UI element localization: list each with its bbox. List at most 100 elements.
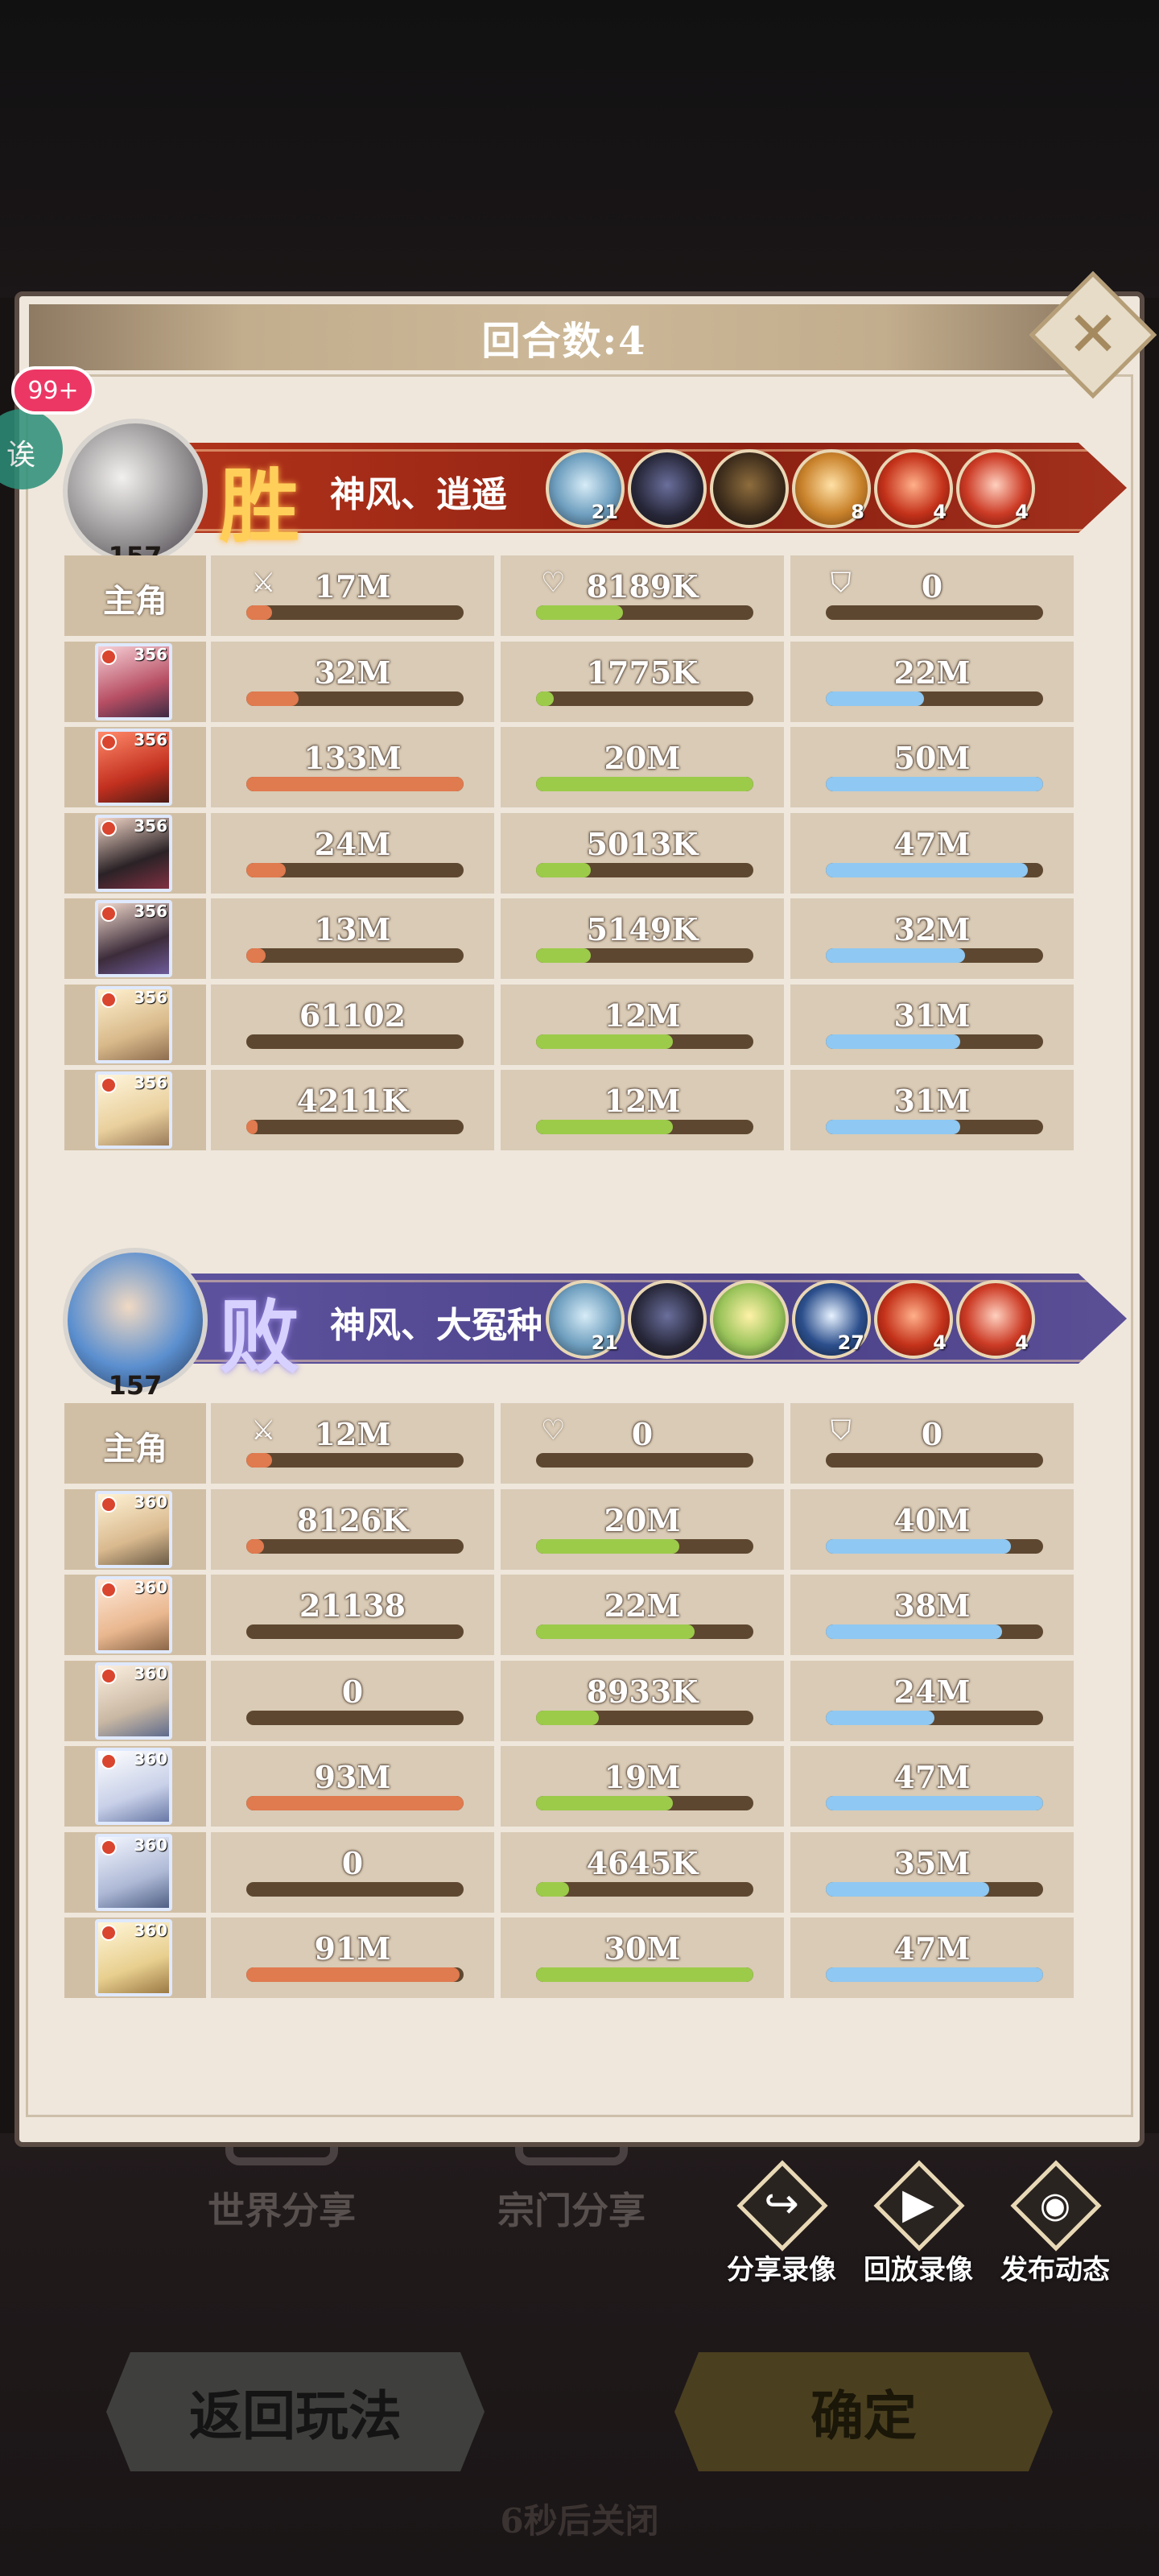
- close-icon: ✕: [1066, 299, 1120, 371]
- defense-value: 22M: [893, 654, 971, 691]
- background-top: [0, 0, 1159, 298]
- heal-bar: [536, 777, 753, 791]
- hero-portrait[interactable]: 356: [95, 1071, 172, 1149]
- defense-bar: [826, 862, 1043, 877]
- heal-stat-cell: 8933K: [501, 1660, 784, 1741]
- hero-portrait[interactable]: 360: [95, 1833, 172, 1911]
- attack-value: 24M: [314, 825, 391, 862]
- defense-stat-cell: 47M: [790, 812, 1074, 894]
- beast-icon[interactable]: [710, 449, 789, 528]
- element-icon: [101, 1077, 117, 1093]
- defense-stat-cell: 40M: [790, 1488, 1074, 1570]
- heal-value: 4645K: [586, 1844, 699, 1881]
- hero-level: 360: [134, 1921, 167, 1940]
- hero-portrait[interactable]: 356: [95, 900, 172, 977]
- pet-count: 8: [851, 501, 864, 523]
- hero-portrait-cell[interactable]: 360: [64, 1746, 206, 1827]
- pet-count: 4: [1015, 501, 1029, 523]
- dark-beast-icon[interactable]: [628, 449, 707, 528]
- heal-bar-fill: [536, 1881, 569, 1897]
- defense-value: 35M: [893, 1844, 971, 1881]
- heal-stat-cell: ♡ 0: [501, 1403, 784, 1484]
- defense-bar: [826, 948, 1043, 963]
- hero-portrait[interactable]: 356: [95, 642, 172, 720]
- confirm-button[interactable]: 确定: [674, 2352, 1053, 2471]
- hero-portrait-cell[interactable]: 360: [64, 1660, 206, 1741]
- play-icon: ▶: [902, 2180, 934, 2228]
- hero-portrait-cell[interactable]: 356: [64, 727, 206, 807]
- play-replay-label: 回放录像: [864, 2254, 973, 2286]
- defense-stat-cell: 35M: [790, 1831, 1074, 1913]
- fire-icon[interactable]: 4: [874, 449, 953, 528]
- ice-wing-icon[interactable]: 21: [546, 449, 625, 528]
- hero-portrait[interactable]: 360: [95, 1748, 172, 1825]
- heal-bar: [536, 1453, 753, 1468]
- pet-count: 21: [591, 501, 618, 523]
- hero-portrait[interactable]: 356: [95, 985, 172, 1063]
- leader-label: 主角: [103, 582, 167, 620]
- hero-portrait-cell[interactable]: 356: [64, 984, 206, 1065]
- heal-bar: [536, 1967, 753, 1982]
- hero-portrait-cell[interactable]: 356: [64, 641, 206, 722]
- attack-stat-cell: 93M: [211, 1746, 494, 1827]
- loser-team-name: 神风、大冤种: [330, 1305, 542, 1346]
- hero-level: 360: [134, 1663, 167, 1683]
- heal-bar: [536, 1034, 753, 1049]
- hero-portrait[interactable]: 360: [95, 1576, 172, 1653]
- hero-portrait[interactable]: 360: [95, 1919, 172, 1996]
- attack-value: 4211K: [296, 1083, 409, 1119]
- defense-value: 47M: [893, 1759, 971, 1795]
- pet-count: 21: [591, 1331, 618, 1354]
- defense-bar: [826, 605, 1043, 620]
- attack-stat-cell: ⚔ 17M: [211, 555, 494, 636]
- heal-bar: [536, 1120, 753, 1134]
- hero-portrait-cell[interactable]: 360: [64, 1831, 206, 1913]
- defense-bar-fill: [826, 1967, 1043, 1982]
- hero-portrait[interactable]: 356: [95, 814, 172, 892]
- defense-bar: [826, 777, 1043, 791]
- defense-stat-cell: 31M: [790, 1070, 1074, 1150]
- defense-bar: [826, 691, 1043, 706]
- attack-bar-fill: [246, 691, 299, 706]
- hero-portrait-cell[interactable]: 356: [64, 1070, 206, 1150]
- heal-value: 5149K: [586, 911, 699, 947]
- notification-badge[interactable]: 99+: [11, 366, 95, 415]
- heal-stat-cell: 1775K: [501, 641, 784, 722]
- attack-value: 8126K: [296, 1501, 409, 1538]
- dark-beast-icon[interactable]: [628, 1280, 707, 1359]
- attack-stat-cell: 24M: [211, 812, 494, 894]
- hero-portrait[interactable]: 360: [95, 1662, 172, 1740]
- attack-value: 12M: [314, 1416, 391, 1452]
- defense-bar: [826, 1453, 1043, 1468]
- pet-count: 4: [1015, 1331, 1029, 1354]
- defense-stat-cell: 31M: [790, 984, 1074, 1065]
- hero-portrait-cell[interactable]: 360: [64, 1575, 206, 1655]
- crest-icon[interactable]: 27: [792, 1280, 871, 1359]
- hero-portrait-cell[interactable]: 360: [64, 1918, 206, 1998]
- side-bubble-char: 诶: [6, 439, 36, 472]
- auto-close-countdown: 6秒后关闭: [500, 2501, 659, 2541]
- defense-value: 0: [921, 1416, 943, 1452]
- heal-bar: [536, 1624, 753, 1639]
- back-to-mode-button[interactable]: 返回玩法: [106, 2352, 485, 2471]
- attack-value: 133M: [303, 740, 402, 776]
- fire-icon[interactable]: 4: [874, 1280, 953, 1359]
- hero-level: 360: [134, 1749, 167, 1769]
- defense-bar: [826, 1796, 1043, 1810]
- hero-portrait-cell[interactable]: 360: [64, 1488, 206, 1570]
- hero-portrait[interactable]: 360: [95, 1490, 172, 1568]
- ice-wing-icon[interactable]: 21: [546, 1280, 625, 1359]
- element-icon: [101, 819, 117, 836]
- attack-bar-fill: [246, 862, 286, 877]
- flame-icon[interactable]: 4: [956, 1280, 1035, 1359]
- hero-portrait-cell[interactable]: 356: [64, 898, 206, 979]
- attack-stat-cell: 32M: [211, 641, 494, 722]
- hero-portrait[interactable]: 356: [95, 729, 172, 806]
- heal-bar: [536, 1538, 753, 1554]
- hero-level: 356: [134, 987, 167, 1007]
- attack-value: 21138: [299, 1587, 406, 1624]
- crystal-plant-icon[interactable]: [710, 1280, 789, 1359]
- hero-portrait-cell[interactable]: 356: [64, 812, 206, 894]
- wing-emblem-icon[interactable]: 8: [792, 449, 871, 528]
- flame-icon[interactable]: 4: [956, 449, 1035, 528]
